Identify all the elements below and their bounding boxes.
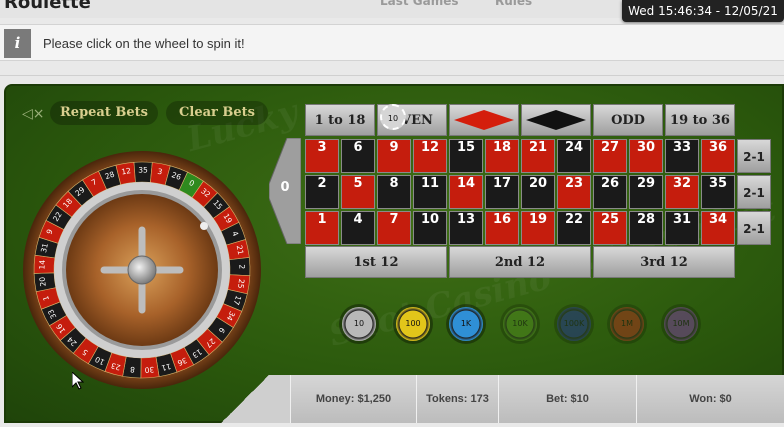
- bet-number-30[interactable]: 30: [629, 139, 663, 173]
- bet-number-35[interactable]: 35: [701, 175, 735, 209]
- wheel-number: 21: [235, 244, 246, 255]
- bet-number-23[interactable]: 23: [557, 175, 591, 209]
- bet-number-17[interactable]: 17: [485, 175, 519, 209]
- bet-display: Bet: $10: [498, 375, 636, 423]
- wheel-number: 35: [138, 165, 148, 174]
- bet-number-15[interactable]: 15: [449, 139, 483, 173]
- bet-number-9[interactable]: 9: [377, 139, 411, 173]
- won-display: Won: $0: [636, 375, 784, 423]
- bet-number-10[interactable]: 10: [413, 211, 447, 245]
- bet-3rd-12[interactable]: 3rd 12: [593, 246, 735, 278]
- chip-label: 10: [348, 313, 370, 335]
- info-icon: i: [4, 29, 31, 58]
- bet-2nd-12[interactable]: 2nd 12: [449, 246, 591, 278]
- bet-number-27[interactable]: 27: [593, 139, 627, 173]
- zero-label: 0: [280, 180, 290, 195]
- bet-number-2[interactable]: 2: [305, 175, 339, 209]
- bet-number-13[interactable]: 13: [449, 211, 483, 245]
- wheel-hub: [127, 255, 157, 285]
- chip-label: 10M: [670, 313, 692, 335]
- wheel-number: 14: [37, 259, 47, 269]
- bet-19-to-36[interactable]: 19 to 36: [665, 104, 735, 136]
- divider: [0, 75, 784, 76]
- bet-number-24[interactable]: 24: [557, 139, 591, 173]
- bet-1st-12[interactable]: 1st 12: [305, 246, 447, 278]
- wheel-number: 20: [38, 276, 48, 287]
- bet-column-1[interactable]: 2-1: [737, 139, 771, 173]
- bet-column-2[interactable]: 2-1: [737, 175, 771, 209]
- bet-number-1[interactable]: 1: [305, 211, 339, 245]
- money-display: Money: $1,250: [290, 375, 416, 423]
- bet-number-34[interactable]: 34: [701, 211, 735, 245]
- bet-number-11[interactable]: 11: [413, 175, 447, 209]
- wheel-ball: [200, 222, 208, 230]
- bet-number-14[interactable]: 14: [449, 175, 483, 209]
- bet-number-31[interactable]: 31: [665, 211, 699, 245]
- chip-1k[interactable]: 1K: [449, 307, 483, 341]
- bet-number-25[interactable]: 25: [593, 211, 627, 245]
- chip-100[interactable]: 100: [396, 307, 430, 341]
- chip-label: 100: [402, 313, 424, 335]
- message-bar: i Please click on the wheel to spin it!: [0, 24, 784, 61]
- chip-10m[interactable]: 10M: [664, 307, 698, 341]
- wheel-number: 12: [121, 166, 132, 176]
- bet-number-7[interactable]: 7: [377, 211, 411, 245]
- bet-number-8[interactable]: 8: [377, 175, 411, 209]
- bet-number-32[interactable]: 32: [665, 175, 699, 209]
- roulette-wheel[interactable]: 0321519421225173462713361130823105241633…: [22, 150, 262, 390]
- bet-number-28[interactable]: 28: [629, 211, 663, 245]
- bet-number-12[interactable]: 12: [413, 139, 447, 173]
- bet-number-4[interactable]: 4: [341, 211, 375, 245]
- bet-column-3[interactable]: 2-1: [737, 211, 771, 245]
- chip-1m[interactable]: 1M: [610, 307, 644, 341]
- status-shelf: [200, 375, 290, 423]
- bet-odd[interactable]: ODD: [593, 104, 663, 136]
- bet-number-20[interactable]: 20: [521, 175, 555, 209]
- bet-number-6[interactable]: 6: [341, 139, 375, 173]
- bet-number-21[interactable]: 21: [521, 139, 555, 173]
- wheel-number: 25: [236, 278, 246, 289]
- bet-number-19[interactable]: 19: [521, 211, 555, 245]
- bet-1-to-18[interactable]: 1 to 18: [305, 104, 375, 136]
- repeat-bets-button[interactable]: Repeat Bets: [50, 101, 158, 125]
- bet-number-33[interactable]: 33: [665, 139, 699, 173]
- bet-number-26[interactable]: 26: [593, 175, 627, 209]
- bet-black[interactable]: [521, 104, 591, 136]
- chip-10k[interactable]: 10K: [503, 307, 537, 341]
- chip-10[interactable]: 10: [342, 307, 376, 341]
- placed-chip-label: 10: [387, 114, 399, 123]
- bet-number-16[interactable]: 16: [485, 211, 519, 245]
- status-message: Please click on the wheel to spin it!: [43, 36, 245, 51]
- bet-number-18[interactable]: 18: [485, 139, 519, 173]
- chip-label: 1K: [455, 313, 477, 335]
- placed-chip[interactable]: 10: [380, 104, 406, 130]
- app-title: Roulette: [4, 0, 91, 13]
- bet-number-36[interactable]: 36: [701, 139, 735, 173]
- bet-red[interactable]: [449, 104, 519, 136]
- wheel-number: 2: [237, 264, 246, 269]
- mouse-cursor-icon: [72, 372, 84, 390]
- last-games-link[interactable]: Last Games: [380, 0, 459, 8]
- bet-zero[interactable]: 0: [269, 138, 301, 244]
- clear-bets-button[interactable]: Clear Bets: [166, 101, 268, 125]
- chip-label: 10K: [509, 313, 531, 335]
- bet-number-22[interactable]: 22: [557, 211, 591, 245]
- bet-number-5[interactable]: 5: [341, 175, 375, 209]
- clock: Wed 15:46:34 - 12/05/21: [622, 0, 784, 22]
- chip-100k[interactable]: 100K: [557, 307, 591, 341]
- bet-number-3[interactable]: 3: [305, 139, 339, 173]
- speaker-muted-icon[interactable]: ◁×: [22, 104, 45, 124]
- tokens-display: Tokens: 173: [416, 375, 498, 423]
- bet-number-29[interactable]: 29: [629, 175, 663, 209]
- wheel-number: 30: [144, 365, 154, 375]
- chip-label: 1M: [616, 313, 638, 335]
- chip-label: 100K: [563, 313, 585, 335]
- rules-link[interactable]: Rules: [495, 0, 532, 8]
